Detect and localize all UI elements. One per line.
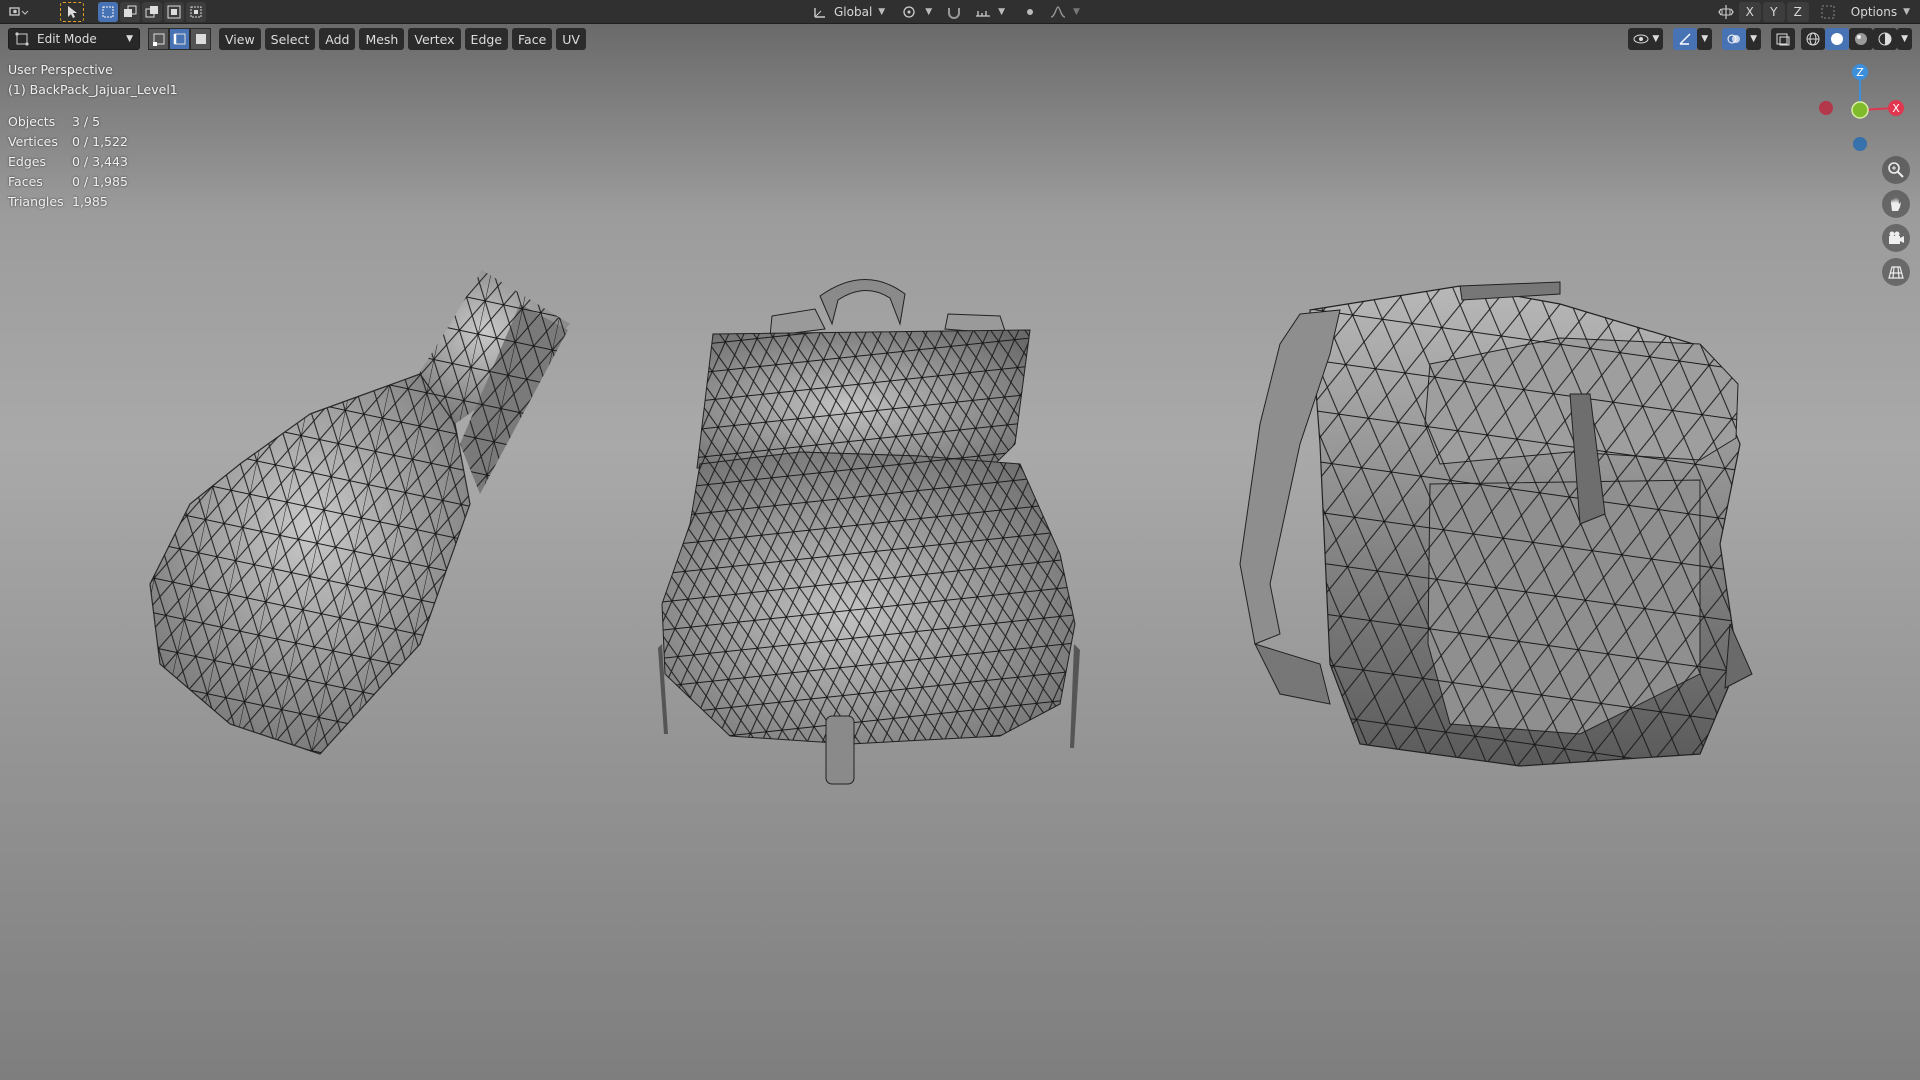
pivot-icon — [903, 5, 915, 18]
select-cursor-icon[interactable] — [60, 1, 84, 22]
options-label: Options — [1850, 5, 1898, 19]
header-bar: Global ▼ ▼ ▼ ▼ X Y Z Options ▼ — [0, 0, 1920, 24]
magnet-icon — [948, 7, 961, 19]
snap-toggle[interactable] — [940, 1, 969, 22]
snap-increment-icon — [976, 10, 991, 17]
chevron-down-icon: ▼ — [925, 6, 933, 17]
select-new-icon[interactable] — [98, 1, 118, 22]
chevron-down-icon: ▼ — [878, 6, 886, 17]
backpack-mesh-left[interactable] — [149, 270, 570, 755]
pivot-point-dropdown[interactable]: ▼ — [895, 1, 939, 22]
mirror-x-toggle[interactable]: X — [1738, 2, 1761, 22]
backpack-mesh-right[interactable] — [1239, 281, 1753, 767]
editor-type-icon[interactable] — [2, 2, 36, 22]
proportional-falloff-dropdown[interactable]: ▼ — [1043, 1, 1086, 22]
chevron-down-icon: ▼ — [998, 6, 1006, 17]
falloff-curve-icon — [1050, 5, 1066, 18]
chevron-down-icon: ▼ — [1073, 6, 1080, 17]
select-extend-icon[interactable] — [120, 1, 140, 22]
transform-orientation-dropdown[interactable]: Global ▼ — [806, 1, 892, 22]
select-invert-icon[interactable] — [164, 1, 184, 22]
selection-mode-group — [98, 1, 208, 22]
select-intersect-icon[interactable] — [186, 1, 206, 22]
mirror-z-toggle[interactable]: Z — [1786, 2, 1809, 22]
scene-meshes[interactable] — [0, 24, 1920, 1080]
mirror-axes-icon[interactable] — [1715, 2, 1737, 22]
select-subtract-icon[interactable] — [142, 1, 162, 22]
snap-target-dropdown[interactable]: ▼ — [968, 1, 1012, 22]
proportional-edit-icon — [1027, 8, 1034, 15]
options-dropdown[interactable]: Options ▼ — [1844, 2, 1916, 22]
topology-mirror-icon[interactable] — [1817, 2, 1839, 22]
axis-icon — [814, 7, 825, 18]
chevron-down-icon: ▼ — [1903, 7, 1910, 17]
backpack-mesh-middle[interactable] — [658, 279, 1080, 785]
mirror-y-toggle[interactable]: Y — [1762, 2, 1785, 22]
proportional-editing-toggle[interactable] — [1017, 1, 1044, 22]
transform-orientation-label: Global — [834, 4, 873, 19]
